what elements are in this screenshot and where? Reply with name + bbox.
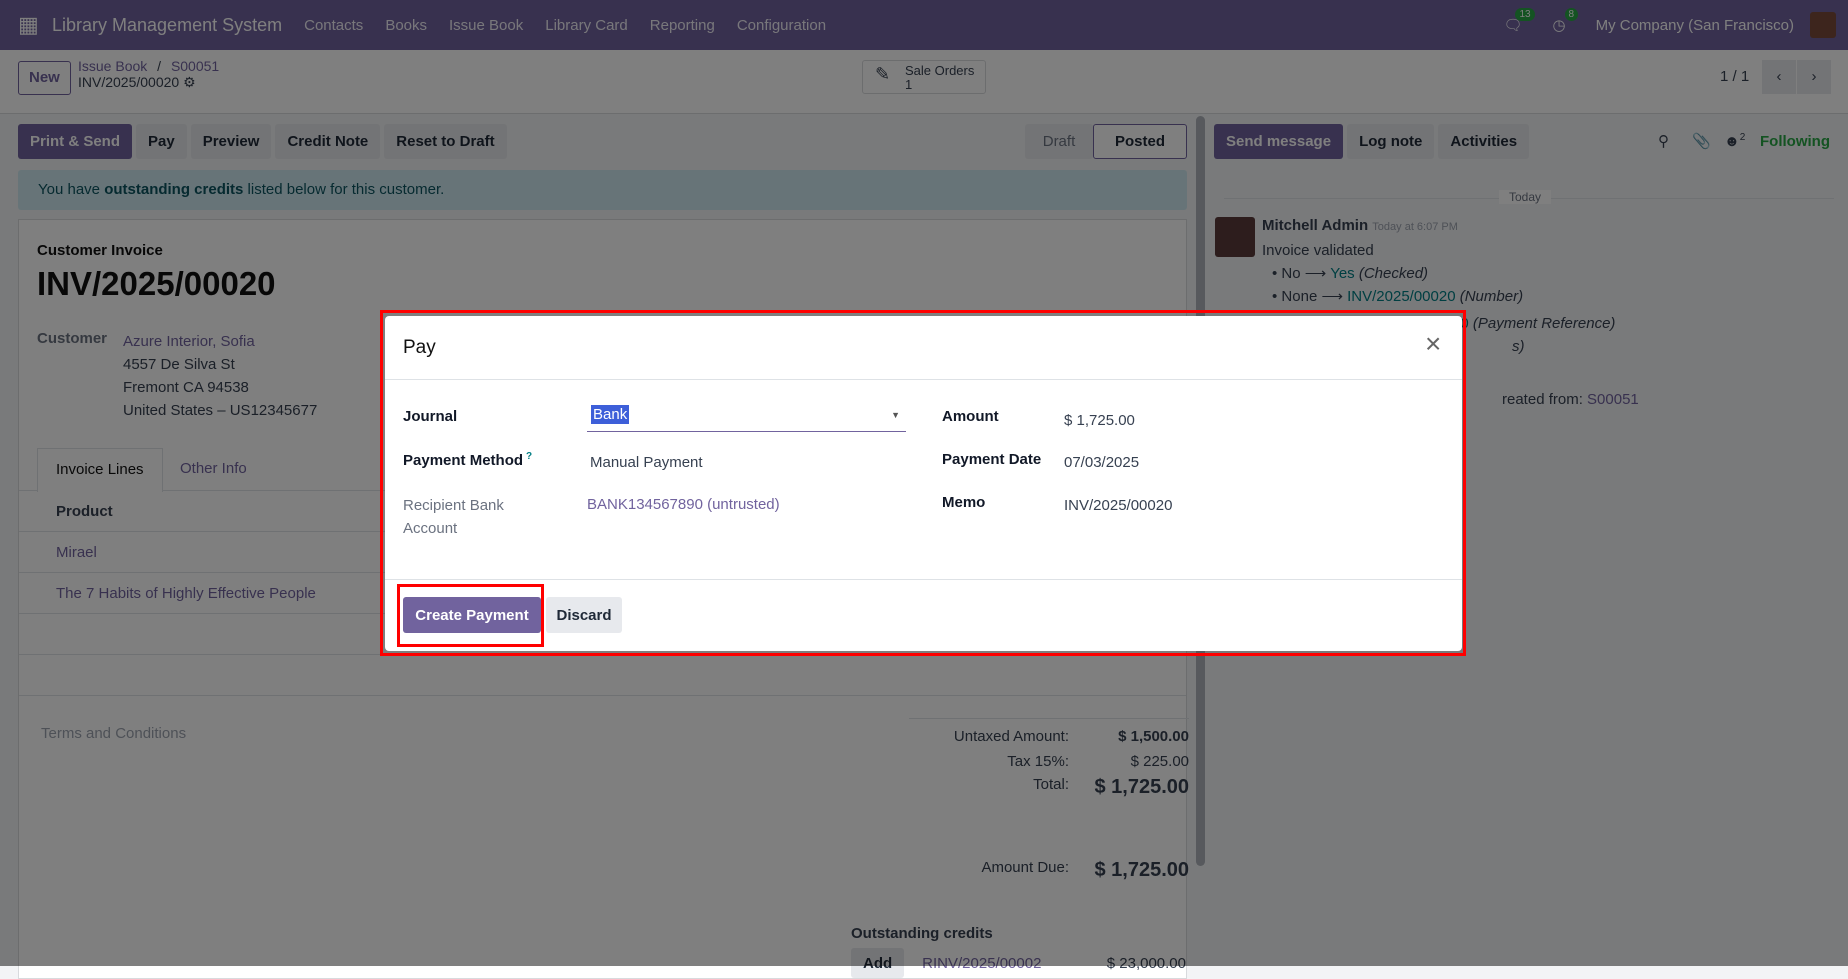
payment-method-label: Payment Method? [403,451,532,469]
payment-method-value[interactable]: Manual Payment [590,454,703,471]
amount-label: Amount [942,408,999,425]
pay-dialog: Pay × Journal Bank ▼ Payment Method? Man… [385,316,1462,651]
recipient-bank-link[interactable]: BANK134567890 (untrusted) [587,496,780,513]
memo-label: Memo [942,494,986,511]
amount-field[interactable]: $ 1,725.00 [1064,412,1135,429]
memo-field[interactable]: INV/2025/00020 [1064,497,1172,514]
help-icon[interactable]: ? [526,451,532,462]
payment-date-field[interactable]: 07/03/2025 [1064,454,1139,471]
journal-select[interactable]: Bank ▼ [587,405,906,432]
close-icon[interactable]: × [1425,328,1441,360]
dialog-title: Pay [403,337,436,358]
payment-date-label: Payment Date [942,451,1042,468]
recipient-label: Recipient Bank Account [403,497,504,537]
chevron-down-icon: ▼ [891,410,900,420]
highlight-box-create-payment [397,584,544,647]
discard-button[interactable]: Discard [546,597,622,633]
payment-method-label-text: Payment Method [403,452,524,469]
journal-value: Bank [591,405,630,424]
journal-label: Journal [403,408,458,425]
